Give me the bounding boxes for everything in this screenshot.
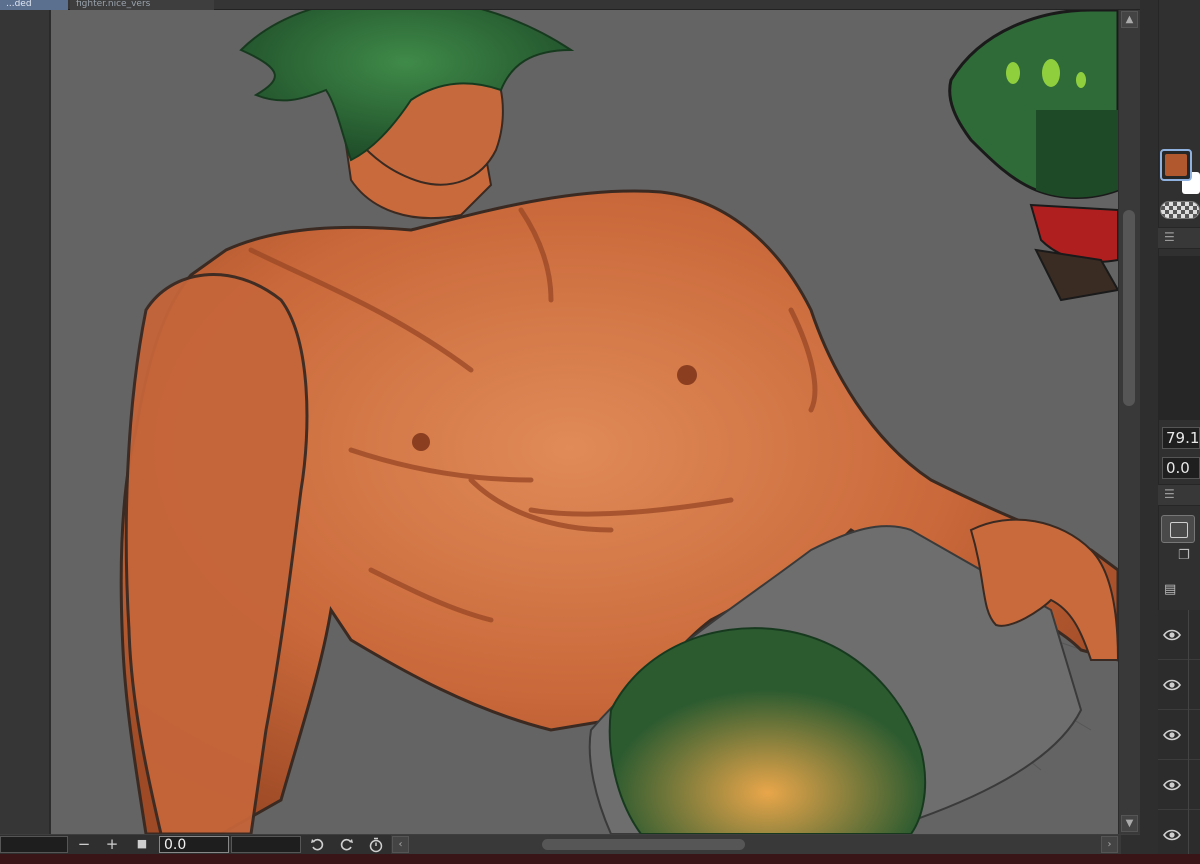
scroll-up-arrow[interactable]: ▲ [1121, 11, 1138, 28]
drawing-canvas[interactable] [51, 10, 1118, 834]
zoom-out-button[interactable]: − [74, 835, 94, 855]
copy-layer-icon[interactable]: ❐ [1178, 548, 1190, 563]
scroll-down-arrow[interactable]: ▼ [1121, 815, 1138, 832]
panel-content-area [1158, 256, 1200, 420]
rotate-left-icon[interactable] [310, 837, 326, 853]
transparent-color-swatch[interactable] [1160, 201, 1200, 219]
document-tab-strip: ...ded fighter.nice_vers [0, 0, 1158, 10]
left-tool-strip [0, 10, 50, 834]
eye-icon[interactable] [1162, 775, 1182, 795]
vertical-scroll-thumb[interactable] [1123, 210, 1135, 406]
new-layer-button[interactable] [1161, 515, 1195, 543]
layer-row-divider [1188, 760, 1189, 810]
layer-row[interactable] [1158, 610, 1200, 660]
horizontal-scroll-thumb[interactable] [542, 839, 745, 850]
reset-rotation-icon[interactable] [368, 837, 384, 853]
fit-view-button[interactable]: ■ [133, 835, 151, 855]
scroll-right-arrow[interactable]: › [1101, 836, 1118, 853]
eye-icon[interactable] [1162, 725, 1182, 745]
horizontal-scrollbar[interactable]: ‹ › [391, 835, 1121, 854]
chest-detail-2 [412, 433, 430, 451]
rotation-slider[interactable] [231, 836, 301, 853]
layer-menu-icon[interactable]: ☰ [1164, 487, 1175, 501]
main-color-swatch[interactable] [1160, 149, 1192, 181]
layer-panel-header-bar: ☰ [1158, 484, 1200, 506]
navigator-toolbar: − + ■ 0.0 ‹ › [0, 834, 1140, 854]
layer-row-divider [1188, 660, 1189, 710]
property-value-field-2[interactable]: 0.0 [1162, 457, 1200, 479]
hamburger-menu-icon[interactable]: ☰ [1164, 230, 1175, 244]
rotation-input[interactable]: 0.0 [159, 836, 229, 853]
layer-row[interactable] [1158, 760, 1200, 810]
zoom-in-button[interactable]: + [102, 835, 122, 855]
main-color-fill [1165, 154, 1187, 176]
layer-row[interactable] [1158, 660, 1200, 710]
layer-row-divider [1188, 710, 1189, 760]
layer-settings-icon[interactable]: ▤ [1164, 582, 1176, 597]
layer-row[interactable] [1158, 810, 1200, 860]
tab-active-document[interactable]: ...ded [0, 0, 68, 10]
eye-icon[interactable] [1162, 675, 1182, 695]
panel-header-bar: ☰ [1158, 227, 1200, 249]
artwork [119, 10, 1118, 834]
eye-icon[interactable] [1162, 825, 1182, 845]
scroll-left-arrow[interactable]: ‹ [392, 836, 409, 853]
vertical-scrollbar[interactable]: ▲ ▼ [1118, 10, 1140, 834]
rotate-right-icon[interactable] [338, 837, 354, 853]
layer-row-divider [1188, 810, 1189, 860]
eye-icon[interactable] [1162, 625, 1182, 645]
os-taskbar-edge [0, 854, 1200, 864]
chest-detail [677, 365, 697, 385]
chibi-head-top-right [948, 10, 1118, 302]
property-value-field-1[interactable]: 79.1 [1162, 427, 1200, 449]
layer-row-divider [1188, 610, 1189, 660]
app-window: ...ded fighter.nice_vers ▲ ▼ ☰ 79.1 0.0 … [0, 0, 1200, 864]
navigator-field[interactable] [0, 836, 68, 853]
layer-row[interactable] [1158, 710, 1200, 760]
tab-fighter-document[interactable]: fighter.nice_vers [70, 0, 214, 10]
